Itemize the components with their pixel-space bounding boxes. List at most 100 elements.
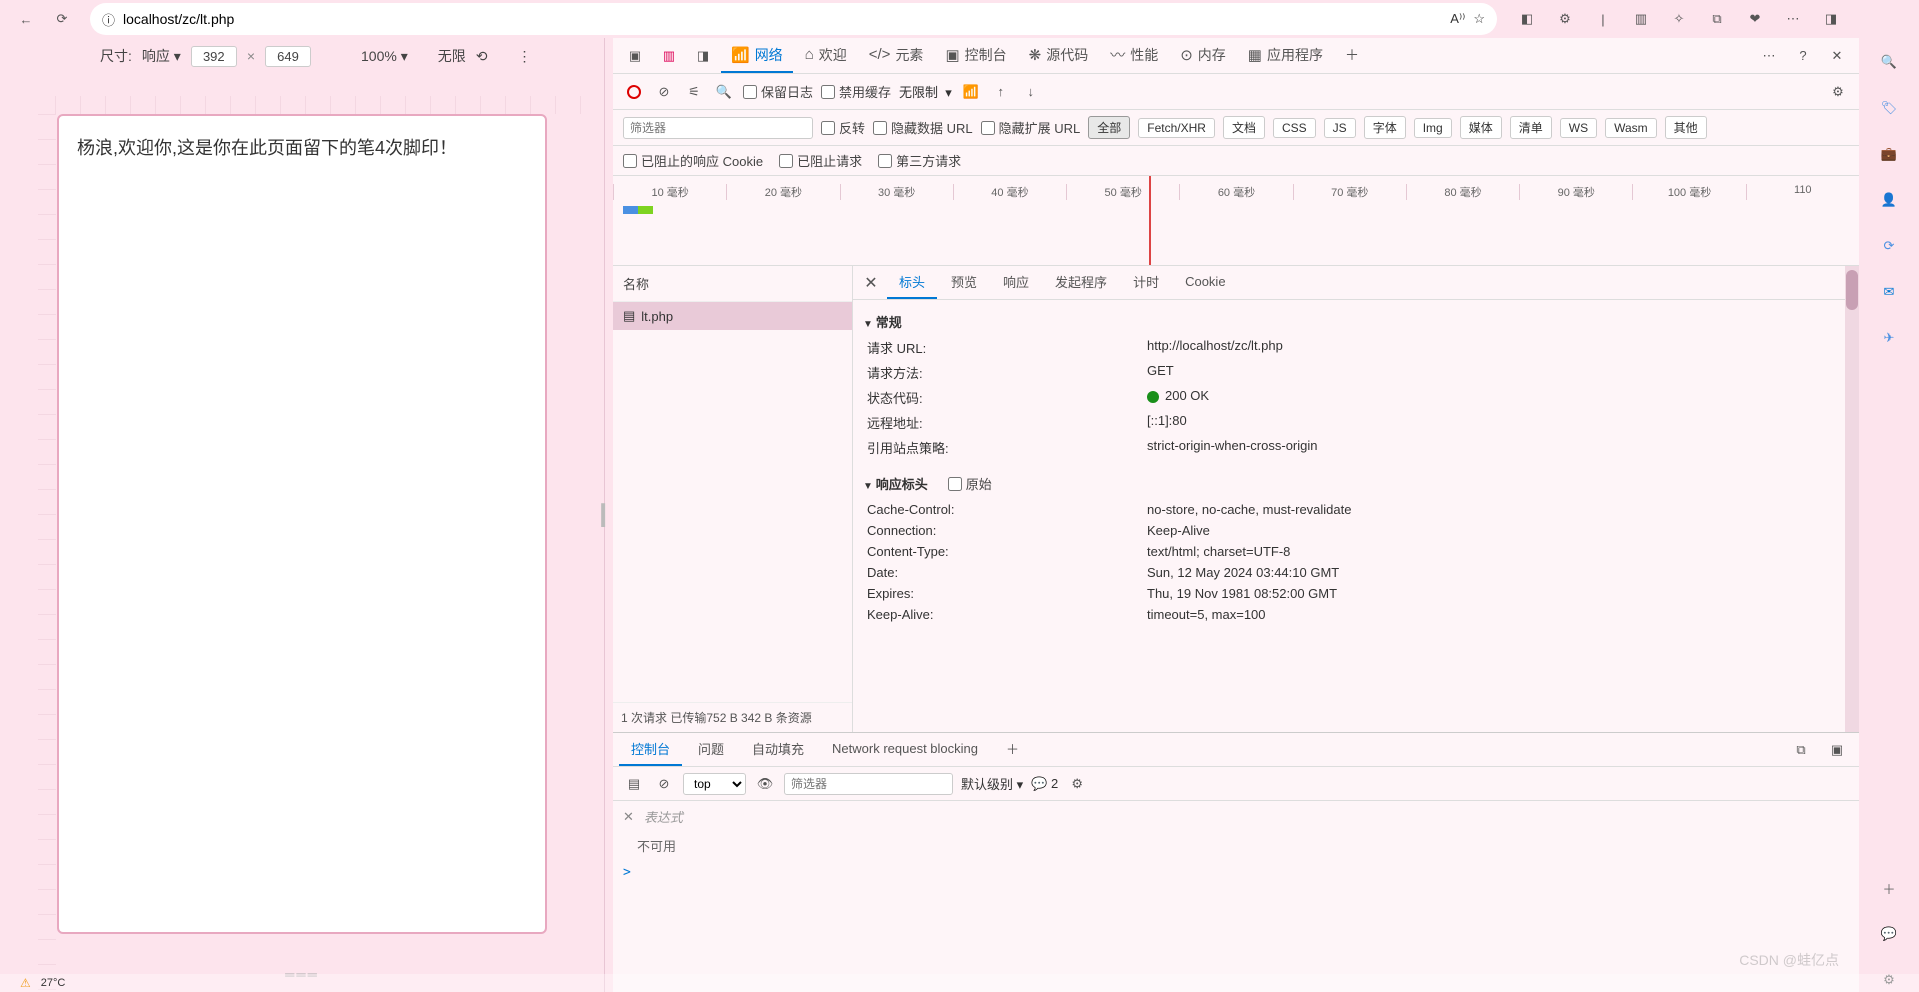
tab-network[interactable]: 📶网络 xyxy=(721,39,793,73)
filter-all[interactable]: 全部 xyxy=(1088,116,1130,139)
viewport-height[interactable]: 649 xyxy=(265,46,311,67)
filter-manifest[interactable]: 清单 xyxy=(1510,116,1552,139)
raw-toggle[interactable]: 原始 xyxy=(948,474,992,493)
ext-icon-1[interactable]: ◧ xyxy=(1509,3,1545,35)
devtools-close-icon[interactable]: ✕ xyxy=(1821,40,1853,72)
tab-welcome[interactable]: ⌂欢迎 xyxy=(795,39,857,73)
responsive-mode[interactable]: 响应 ▾ xyxy=(142,46,181,66)
filter-wasm[interactable]: Wasm xyxy=(1605,118,1657,138)
wifi-icon[interactable]: 📶 xyxy=(960,81,982,103)
network-settings-icon[interactable]: ⚙ xyxy=(1827,81,1849,103)
filter-js[interactable]: JS xyxy=(1324,118,1356,138)
disable-cache-check[interactable]: 禁用缓存 xyxy=(821,82,891,101)
filter-css[interactable]: CSS xyxy=(1273,118,1316,138)
vertical-splitter[interactable]: ▎ xyxy=(605,38,613,992)
throttle-select[interactable]: 无限制 ▾ xyxy=(899,82,952,101)
filter-media[interactable]: 媒体 xyxy=(1460,116,1502,139)
favorite-star-icon[interactable]: ☆ xyxy=(1473,11,1485,27)
tab-performance[interactable]: 〰性能 xyxy=(1100,38,1168,73)
rendered-page[interactable]: 杨浪,欢迎你,这是你在此页面留下的笔4次脚印！ xyxy=(57,114,547,934)
address-input-wrap[interactable]: ⓘ A⁾⁾ ☆ xyxy=(90,3,1497,35)
sidebar-briefcase-icon[interactable]: 💼 xyxy=(1877,142,1901,166)
sidebar-sync-icon[interactable]: ⟳ xyxy=(1877,234,1901,258)
filter-img[interactable]: Img xyxy=(1414,118,1452,138)
throttle-label[interactable]: 无限 xyxy=(438,46,466,66)
upload-icon[interactable]: ↑ xyxy=(990,81,1012,103)
devtools-more-icon[interactable]: ⋯ xyxy=(1753,40,1785,72)
tab-memory[interactable]: ⊙内存 xyxy=(1170,39,1236,73)
back-button[interactable]: ← xyxy=(10,3,42,35)
dock-icon[interactable]: ◨ xyxy=(687,40,719,72)
scrollbar[interactable] xyxy=(1845,266,1859,732)
tab-cookie[interactable]: Cookie xyxy=(1173,268,1237,297)
hide-data-url-check[interactable]: 隐藏数据 URL xyxy=(873,118,973,137)
split-icon[interactable]: ▥ xyxy=(1623,3,1659,35)
collections-icon[interactable]: ⧉ xyxy=(1699,3,1735,35)
inspect-element-icon[interactable]: ▣ xyxy=(619,40,651,72)
section-response-headers[interactable]: 响应标头 xyxy=(863,474,928,493)
devtools-help-icon[interactable]: ? xyxy=(1787,40,1819,72)
drawer-tab-console[interactable]: 控制台 xyxy=(619,733,682,766)
filter-toggle-icon[interactable]: ⚟ xyxy=(683,81,705,103)
sidebar-chat-icon[interactable]: 💬 xyxy=(1877,922,1901,946)
console-filter[interactable] xyxy=(784,773,953,795)
clear-button[interactable]: ⊘ xyxy=(653,81,675,103)
context-select[interactable]: top xyxy=(683,773,746,795)
drawer-dock-icon[interactable]: ⧉ xyxy=(1785,734,1817,766)
filter-doc[interactable]: 文档 xyxy=(1223,116,1265,139)
device-mode-icon[interactable]: ▥ xyxy=(653,40,685,72)
filter-ws[interactable]: WS xyxy=(1560,118,1597,138)
blocked-cookie-check[interactable]: 已阻止的响应 Cookie xyxy=(623,151,763,170)
tab-sources[interactable]: ❋源代码 xyxy=(1019,39,1099,73)
sidebar-mail-icon[interactable]: ✉ xyxy=(1877,280,1901,304)
blocked-req-check[interactable]: 已阻止请求 xyxy=(779,151,862,170)
preserve-log-check[interactable]: 保留日志 xyxy=(743,82,813,101)
drawer-tab-autofill[interactable]: 自动填充 xyxy=(740,733,816,766)
console-settings-icon[interactable]: ⚙ xyxy=(1066,773,1088,795)
side-panel-icon[interactable]: ◨ xyxy=(1813,3,1849,35)
filter-other[interactable]: 其他 xyxy=(1665,116,1707,139)
console-clear-icon[interactable]: ⊘ xyxy=(653,773,675,795)
sidebar-send-icon[interactable]: ✈ xyxy=(1877,326,1901,350)
tab-console[interactable]: ▣控制台 xyxy=(935,39,1016,73)
viewport-width[interactable]: 392 xyxy=(191,46,237,67)
tab-preview[interactable]: 预览 xyxy=(939,266,989,299)
tab-headers[interactable]: 标头 xyxy=(887,266,937,299)
issue-count[interactable]: 💬 2 xyxy=(1031,776,1058,792)
log-level[interactable]: 默认级别 ▾ xyxy=(961,774,1023,793)
tab-response[interactable]: 响应 xyxy=(991,266,1041,299)
tab-elements[interactable]: </>元素 xyxy=(859,39,934,73)
ext-icon-2[interactable]: ⚙ xyxy=(1547,3,1583,35)
sidebar-search-icon[interactable]: 🔍 xyxy=(1877,50,1901,74)
read-aloud-icon[interactable]: A⁾⁾ xyxy=(1450,11,1465,27)
heart-icon[interactable]: ❤ xyxy=(1737,3,1773,35)
reload-button[interactable]: ⟳ xyxy=(46,3,78,35)
sidebar-tag-icon[interactable]: 🏷 xyxy=(1877,96,1901,120)
tab-initiator[interactable]: 发起程序 xyxy=(1043,266,1119,299)
filter-font[interactable]: 字体 xyxy=(1364,116,1406,139)
zoom-level[interactable]: 100% ▾ xyxy=(361,48,408,65)
eye-icon[interactable]: 👁 xyxy=(754,773,776,795)
rotate-icon[interactable]: ⟲ xyxy=(476,48,488,65)
timeline-marker[interactable] xyxy=(1149,176,1151,265)
more-icon[interactable]: ⋯ xyxy=(1775,3,1811,35)
filter-input[interactable] xyxy=(623,117,813,139)
drawer-tab-add[interactable]: ＋ xyxy=(994,733,1031,766)
tab-add[interactable]: ＋ xyxy=(1335,39,1369,73)
url-input[interactable] xyxy=(123,11,1442,27)
search-icon[interactable]: 🔍 xyxy=(713,81,735,103)
third-party-check[interactable]: 第三方请求 xyxy=(878,151,961,170)
record-button[interactable] xyxy=(623,81,645,103)
download-icon[interactable]: ↓ xyxy=(1020,81,1042,103)
tab-application[interactable]: ▦应用程序 xyxy=(1238,39,1333,73)
section-general[interactable]: 常规 xyxy=(853,308,1859,335)
site-info-icon[interactable]: ⓘ xyxy=(102,10,115,29)
hide-ext-url-check[interactable]: 隐藏扩展 URL xyxy=(981,118,1081,137)
tab-timing[interactable]: 计时 xyxy=(1121,266,1171,299)
console-sidebar-icon[interactable]: ▤ xyxy=(623,773,645,795)
network-timeline[interactable]: 10 毫秒 20 毫秒 30 毫秒 40 毫秒 50 毫秒 60 毫秒 70 毫… xyxy=(613,176,1859,266)
scroll-thumb[interactable] xyxy=(1846,270,1858,310)
drawer-tab-issues[interactable]: 问题 xyxy=(686,733,736,766)
filter-fetch[interactable]: Fetch/XHR xyxy=(1138,118,1215,138)
fav-icon[interactable]: ✧ xyxy=(1661,3,1697,35)
